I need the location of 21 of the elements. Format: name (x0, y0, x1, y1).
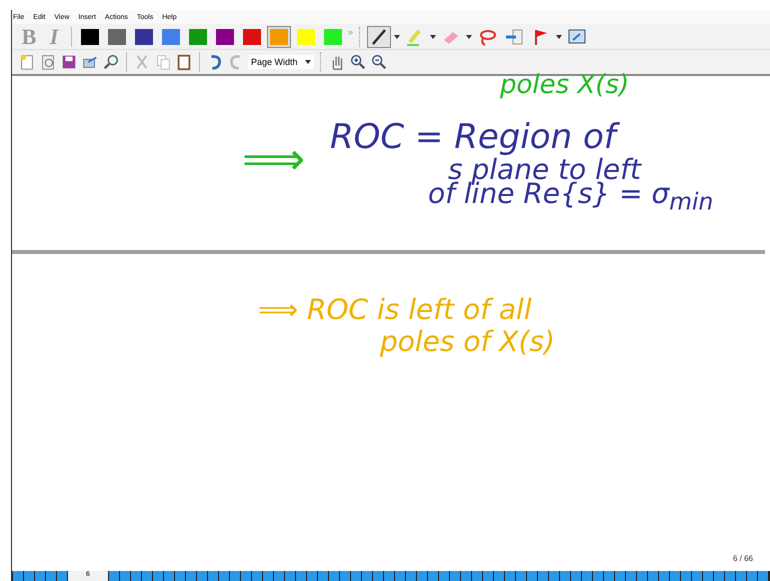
save-icon[interactable] (60, 53, 78, 71)
clipboard-icon[interactable] (175, 53, 193, 71)
handwritten-note: ⟹ ROC is left of all (258, 296, 532, 324)
handwritten-note: poles of X(s) (380, 328, 555, 356)
zoom-dropdown[interactable]: Page Width (248, 55, 314, 69)
zoom-out-icon[interactable] (370, 53, 388, 71)
zoom-in-icon[interactable] (349, 53, 367, 71)
caret-icon[interactable] (394, 34, 400, 38)
open-icon[interactable] (39, 53, 57, 71)
insert-icon (504, 26, 524, 46)
pen-tool[interactable] (367, 26, 392, 48)
search-icon[interactable] (102, 53, 120, 71)
color-swatch[interactable] (267, 26, 291, 48)
new-page-icon[interactable] (18, 53, 36, 71)
screen-icon (567, 26, 588, 46)
handwritten-note: ⟹ (242, 138, 306, 182)
caret-icon[interactable] (556, 34, 562, 38)
page-indicator: 6 / 66 (732, 554, 753, 563)
caret-icon[interactable] (466, 34, 472, 38)
caret-icon[interactable] (305, 60, 311, 64)
caret-icon[interactable] (430, 34, 436, 38)
